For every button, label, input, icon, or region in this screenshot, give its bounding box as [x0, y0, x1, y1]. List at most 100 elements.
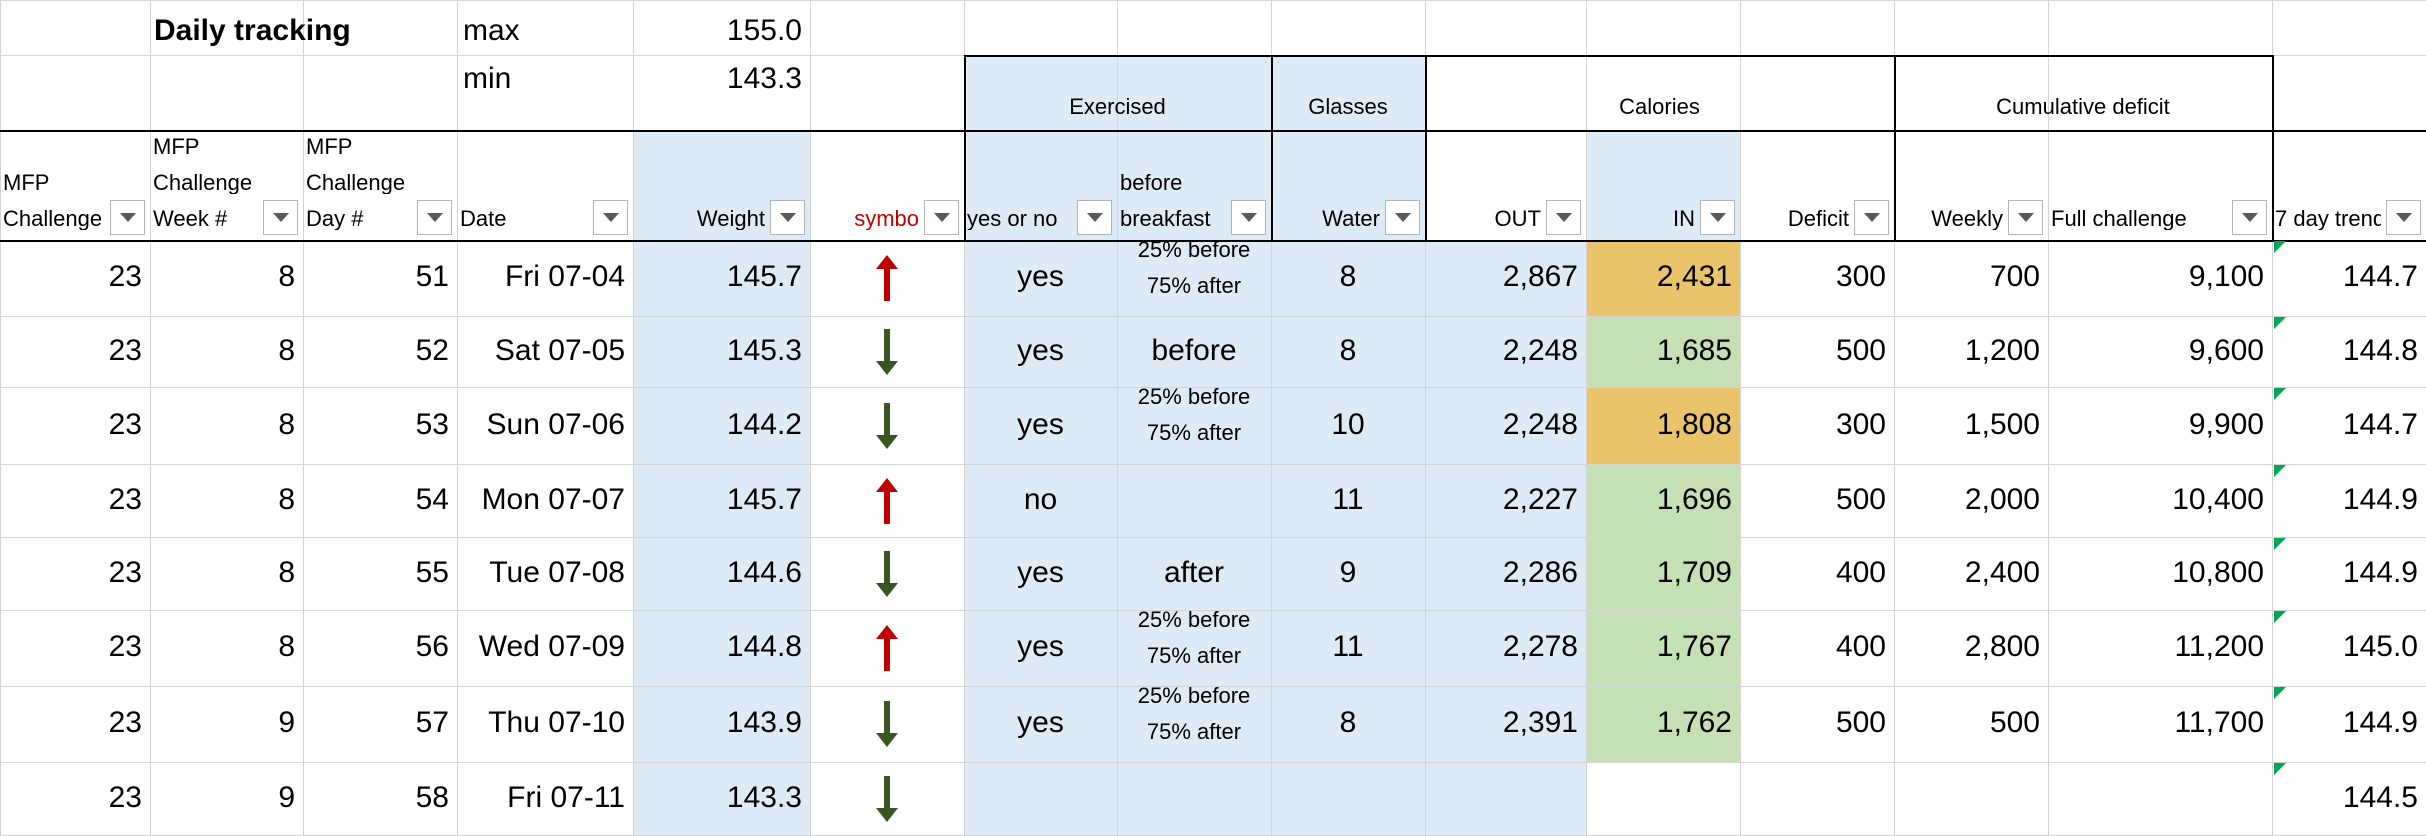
cell-date: Fri 07-11: [507, 780, 625, 814]
cell-exercise-timing: 75% after: [1146, 420, 1242, 445]
cell-weight: 143.3: [726, 780, 802, 814]
arrow-down-icon: [876, 402, 898, 449]
min-value: 143.3: [726, 62, 802, 95]
cell-indicator-icon: [2274, 763, 2286, 775]
cell-exercise-timing: 75% after: [1146, 719, 1242, 744]
cell-weekly: 700: [1989, 260, 2040, 293]
cell-trend: 144.9: [2342, 706, 2418, 739]
filter-dropdown-button[interactable]: [263, 200, 298, 235]
cell-full-challenge: 11,200: [2174, 630, 2264, 663]
header-day-line: Day #: [306, 208, 364, 230]
header-date-line: Date: [460, 208, 507, 230]
cell-week: 9: [278, 780, 295, 814]
cell-weight: 143.9: [726, 706, 802, 739]
cell-indicator-icon: [2274, 611, 2286, 623]
filter-dropdown-button[interactable]: [2232, 200, 2267, 235]
cell-indicator-icon: [2274, 388, 2286, 400]
cell-week: 8: [278, 482, 295, 516]
arrow-down-icon: [876, 701, 898, 747]
cell-deficit: 500: [1835, 706, 1886, 739]
arrow-down-icon: [876, 775, 898, 822]
cell-weight: 145.7: [726, 260, 802, 293]
header-border: [1894, 55, 1896, 240]
filter-dropdown-button[interactable]: [110, 200, 145, 235]
filter-dropdown-button[interactable]: [1385, 200, 1420, 235]
cell-indicator-icon: [2274, 317, 2286, 329]
filter-dropdown-button[interactable]: [2386, 200, 2421, 235]
cell-weight: 145.7: [726, 482, 802, 516]
filter-dropdown-button[interactable]: [1231, 200, 1266, 235]
header-challenge-line: MFP: [3, 172, 50, 194]
filter-dropdown-button[interactable]: [1546, 200, 1581, 235]
header-before-breakfast-line: breakfast: [1120, 208, 1211, 230]
filter-dropdown-button[interactable]: [1077, 200, 1112, 235]
cell-weekly: 1,200: [1964, 333, 2040, 367]
filter-dropdown-button[interactable]: [770, 200, 805, 235]
cell-day: 54: [415, 482, 449, 516]
cell-out: 2,227: [1502, 482, 1578, 516]
filter-dropdown-button[interactable]: [924, 200, 959, 235]
cell-weight: 144.2: [726, 407, 802, 441]
cell-exercise-timing: 75% after: [1146, 643, 1242, 668]
cell-water: 11: [1332, 630, 1364, 663]
max-value: 155.0: [726, 14, 802, 47]
cell-challenge: 23: [108, 630, 142, 663]
cell-exercised: yes: [1017, 333, 1064, 367]
cell-full-challenge: 10,800: [2172, 555, 2264, 589]
cell-week: 9: [278, 706, 295, 739]
cell-out: 2,286: [1502, 555, 1578, 589]
cell-water: 8: [1339, 706, 1357, 739]
arrow-down-icon: [876, 328, 898, 375]
group-header-calories: Calories: [1619, 94, 1700, 119]
cell-indicator-icon: [2274, 465, 2286, 477]
header-week-line: Week #: [153, 208, 228, 230]
group-header-glasses: Glasses: [1308, 94, 1388, 119]
gridline: [0, 316, 2426, 317]
header-deficit-line: Deficit: [1787, 208, 1849, 230]
cell-weight: 145.3: [726, 333, 802, 367]
cell-day: 56: [415, 630, 449, 663]
cell-challenge: 23: [108, 555, 142, 589]
cell-weekly: 1,500: [1964, 407, 2040, 441]
cell-weekly: 2,800: [1964, 630, 2040, 663]
cell-in: 1,808: [1656, 407, 1732, 441]
cell-water: 8: [1339, 333, 1357, 367]
cell-water: 11: [1332, 482, 1364, 516]
header-day-line: Challenge: [306, 172, 406, 194]
cell-deficit: 400: [1835, 630, 1886, 663]
header-week-line: Challenge: [153, 172, 253, 194]
gridline: [0, 537, 2426, 538]
header-in-line: IN: [1673, 208, 1695, 230]
arrow-up-icon: [876, 477, 898, 524]
cell-day: 57: [415, 706, 449, 739]
min-label: min: [463, 62, 512, 95]
header-out-line: OUT: [1494, 208, 1541, 230]
cell-date: Fri 07-04: [504, 260, 625, 293]
cell-day: 58: [415, 780, 449, 814]
cell-deficit: 500: [1835, 482, 1886, 516]
filter-dropdown-button[interactable]: [2008, 200, 2043, 235]
cell-exercised: no: [1023, 482, 1058, 516]
cell-trend: 144.7: [2342, 260, 2418, 293]
arrow-up-icon: [876, 625, 898, 671]
filter-dropdown-button[interactable]: [417, 200, 452, 235]
cell-in: 1,685: [1656, 333, 1732, 367]
cell-trend: 144.7: [2342, 407, 2418, 441]
filter-dropdown-button[interactable]: [593, 200, 628, 235]
filter-dropdown-button[interactable]: [1700, 200, 1735, 235]
filter-dropdown-button[interactable]: [1854, 200, 1889, 235]
cell-challenge: 23: [108, 780, 142, 814]
cell-weekly: 500: [1989, 706, 2040, 739]
cell-exercise-timing: 25% before: [1137, 237, 1251, 262]
header-before-breakfast-line: before: [1120, 172, 1183, 194]
group-header-exercised: Exercised: [1069, 94, 1166, 119]
header-yes-no-line: yes or no: [967, 208, 1058, 230]
cell-day: 55: [415, 555, 449, 589]
cell-day: 52: [415, 333, 449, 367]
header-border: [0, 130, 2426, 132]
cell-indicator-icon: [2274, 241, 2286, 253]
cell-date: Sun 07-06: [486, 407, 625, 441]
cell-week: 8: [278, 333, 295, 367]
page-title: Daily tracking: [154, 14, 351, 47]
cell-full-challenge: 9,600: [2188, 333, 2264, 367]
